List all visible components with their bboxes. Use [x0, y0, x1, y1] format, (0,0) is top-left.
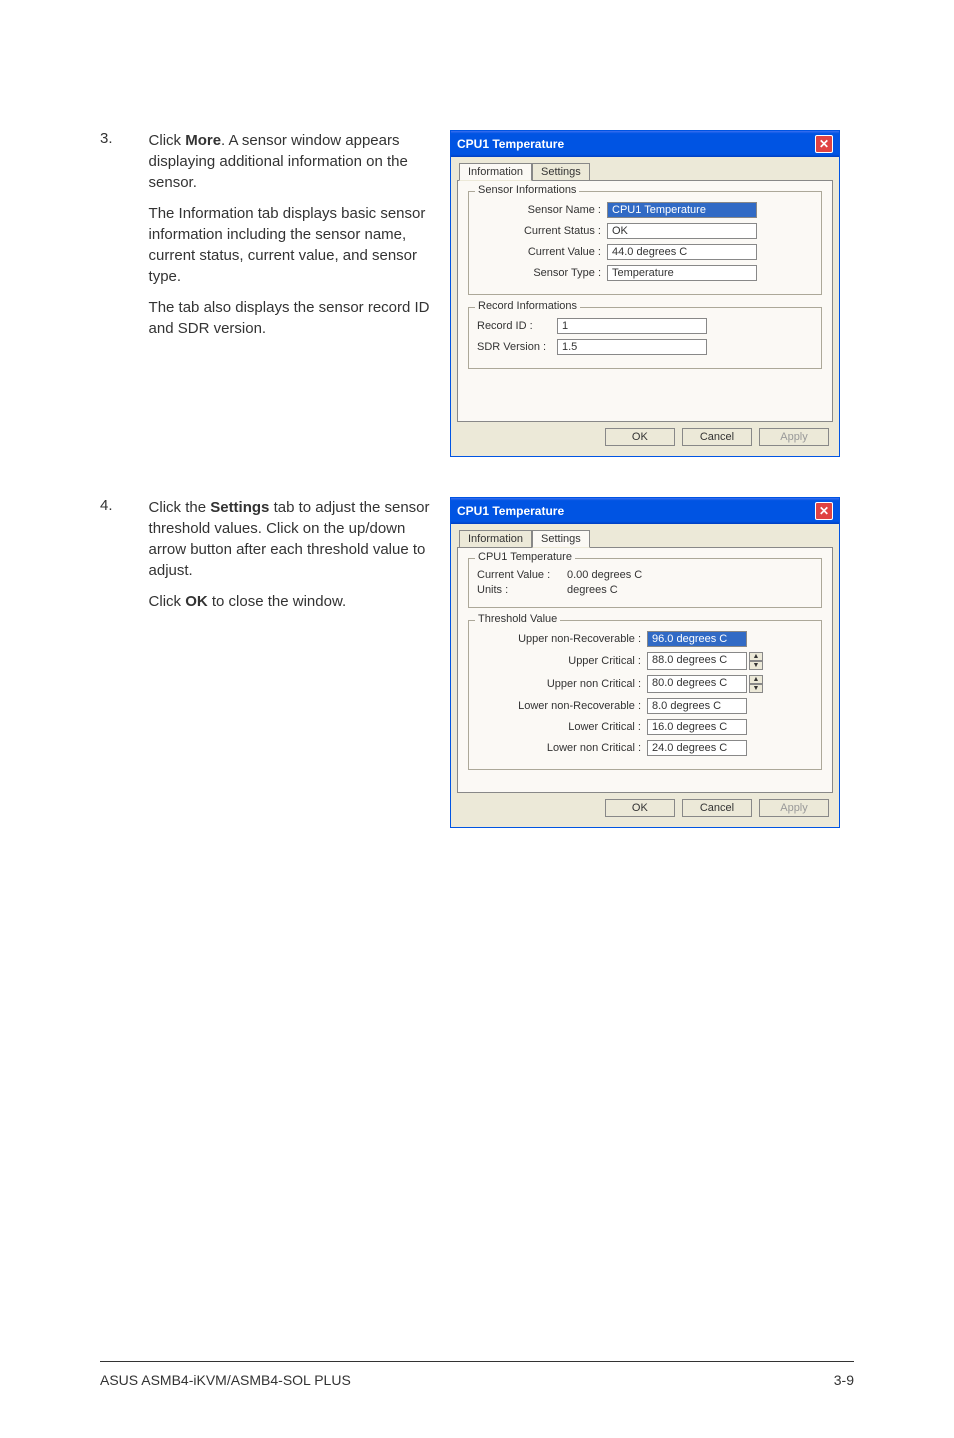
- sensor-name-label: Sensor Name :: [477, 204, 607, 216]
- footer-page-number: 3-9: [834, 1372, 854, 1388]
- tab-information[interactable]: Information: [459, 163, 532, 181]
- cpu1-temp-group-title: CPU1 Temperature: [475, 551, 575, 563]
- sdr-version-field[interactable]: 1.5: [557, 339, 707, 355]
- threshold-group-title: Threshold Value: [475, 613, 560, 625]
- cancel-button[interactable]: Cancel: [682, 799, 752, 817]
- current-value-label: Current Value :: [477, 246, 607, 258]
- units-label: Units :: [477, 584, 567, 596]
- lower-critical-label: Lower Critical :: [477, 721, 647, 733]
- sensor-information-dialog: CPU1 Temperature ✕ Information Settings …: [450, 130, 840, 457]
- sensor-info-group-title: Sensor Informations: [475, 184, 579, 196]
- dialog-titlebar: CPU1 Temperature ✕: [451, 131, 839, 157]
- apply-button[interactable]: Apply: [759, 428, 829, 446]
- lower-nr-label: Lower non-Recoverable :: [477, 700, 647, 712]
- spin-down-icon[interactable]: ▼: [749, 684, 763, 693]
- upper-nr-field[interactable]: 96.0 degrees C: [647, 631, 747, 647]
- step-number-4: 4.: [100, 497, 149, 622]
- record-id-field[interactable]: 1: [557, 318, 707, 334]
- current-value-field[interactable]: 44.0 degrees C: [607, 244, 757, 260]
- step-text-3: Click More. A sensor window appears disp…: [149, 130, 430, 349]
- apply-button[interactable]: Apply: [759, 799, 829, 817]
- close-icon[interactable]: ✕: [815, 502, 833, 520]
- footer-product-name: ASUS ASMB4-iKVM/ASMB4-SOL PLUS: [100, 1372, 351, 1388]
- lower-critical-field[interactable]: 16.0 degrees C: [647, 719, 747, 735]
- lower-noncritical-label: Lower non Critical :: [477, 742, 647, 754]
- dialog-title: CPU1 Temperature: [457, 504, 564, 518]
- spin-down-icon[interactable]: ▼: [749, 661, 763, 670]
- tab-settings[interactable]: Settings: [532, 530, 590, 548]
- upper-critical-field[interactable]: 88.0 degrees C: [647, 652, 747, 670]
- lower-nr-field[interactable]: 8.0 degrees C: [647, 698, 747, 714]
- record-info-group-title: Record Informations: [475, 300, 580, 312]
- units-display: degrees C: [567, 584, 618, 596]
- step-number-3: 3.: [100, 130, 149, 349]
- upper-noncritical-field[interactable]: 80.0 degrees C: [647, 675, 747, 693]
- current-value-label: Current Value :: [477, 569, 567, 581]
- sensor-name-field[interactable]: CPU1 Temperature: [607, 202, 757, 218]
- spin-up-icon[interactable]: ▲: [749, 675, 763, 684]
- upper-noncritical-label: Upper non Critical :: [477, 678, 647, 690]
- tab-settings[interactable]: Settings: [532, 163, 590, 181]
- current-value-display: 0.00 degrees C: [567, 569, 642, 581]
- step-text-4: Click the Settings tab to adjust the sen…: [149, 497, 430, 622]
- sensor-type-label: Sensor Type :: [477, 267, 607, 279]
- upper-critical-label: Upper Critical :: [477, 655, 647, 667]
- record-id-label: Record ID :: [477, 320, 557, 332]
- upper-nr-label: Upper non-Recoverable :: [477, 633, 647, 645]
- ok-button[interactable]: OK: [605, 799, 675, 817]
- ok-button[interactable]: OK: [605, 428, 675, 446]
- sdr-version-label: SDR Version :: [477, 341, 557, 353]
- sensor-type-field[interactable]: Temperature: [607, 265, 757, 281]
- current-status-field[interactable]: OK: [607, 223, 757, 239]
- tab-information[interactable]: Information: [459, 530, 532, 548]
- dialog-titlebar: CPU1 Temperature ✕: [451, 498, 839, 524]
- lower-noncritical-field[interactable]: 24.0 degrees C: [647, 740, 747, 756]
- cancel-button[interactable]: Cancel: [682, 428, 752, 446]
- spin-up-icon[interactable]: ▲: [749, 652, 763, 661]
- dialog-title: CPU1 Temperature: [457, 137, 564, 151]
- close-icon[interactable]: ✕: [815, 135, 833, 153]
- sensor-settings-dialog: CPU1 Temperature ✕ Information Settings …: [450, 497, 840, 828]
- current-status-label: Current Status :: [477, 225, 607, 237]
